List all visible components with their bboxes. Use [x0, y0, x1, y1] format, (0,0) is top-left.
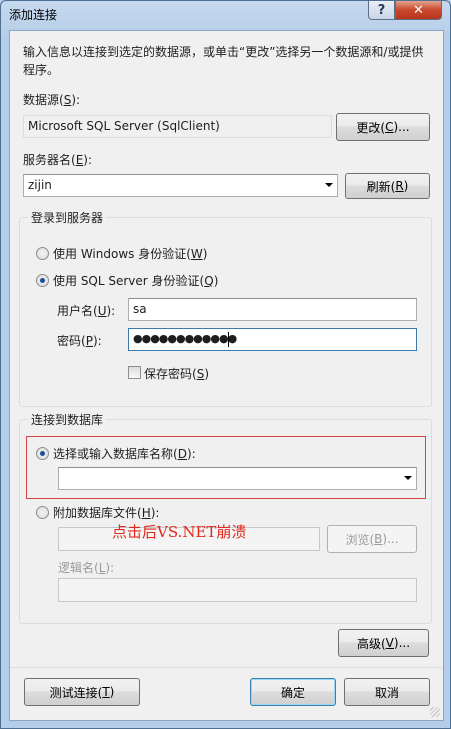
attach-file-radio[interactable]: [36, 506, 49, 519]
dialog-body: 输入信息以连接到选定的数据源，或单击“更改”选择另一个数据源和/或提供程序。 数…: [9, 30, 444, 721]
refresh-button[interactable]: 刷新(R): [345, 173, 430, 199]
annotation-text: 点击后VS.NET崩溃: [112, 523, 247, 541]
username-label: 用户名(U):: [57, 304, 116, 318]
test-connection-button[interactable]: 测试连接(T): [24, 678, 140, 706]
server-label: 服务器名(E):: [23, 153, 93, 167]
attach-file-label[interactable]: 附加数据库文件(H):: [53, 504, 159, 521]
change-datasource-button[interactable]: 更改(C)...: [336, 113, 430, 141]
server-combo[interactable]: zijin: [23, 174, 338, 197]
title-bar[interactable]: 添加连接 ? ✕: [1, 1, 450, 27]
logical-name-label: 逻辑名(L):: [58, 561, 115, 575]
sql-auth-radio[interactable]: [36, 274, 49, 287]
select-database-radio[interactable]: [36, 447, 49, 460]
close-icon: ✕: [413, 2, 424, 18]
database-name-combo[interactable]: [58, 467, 417, 490]
ok-button[interactable]: 确定: [250, 678, 336, 706]
database-group-title: 连接到数据库: [28, 411, 107, 428]
add-connection-dialog: 添加连接 ? ✕ 输入信息以连接到选定的数据源，或单击“更改”选择另一个数据源和…: [0, 0, 451, 729]
windows-auth-label[interactable]: 使用 Windows 身份验证(W): [53, 245, 207, 262]
save-password-checkbox[interactable]: [128, 366, 141, 379]
datasource-field: Microsoft SQL Server (SqlClient): [23, 115, 332, 138]
username-input[interactable]: sa: [128, 298, 417, 321]
window-title: 添加连接: [9, 8, 58, 22]
help-icon: ?: [377, 2, 386, 18]
cancel-button[interactable]: 取消: [344, 678, 430, 706]
password-dots: ●●●●●●●●●●●●: [133, 332, 237, 345]
text-caret: [228, 332, 229, 347]
chevron-down-icon[interactable]: [404, 476, 412, 480]
datasource-label: 数据源(S):: [23, 93, 81, 107]
logical-name-input[interactable]: [58, 578, 417, 602]
windows-auth-radio[interactable]: [36, 247, 49, 260]
resize-grip-icon[interactable]: [430, 707, 440, 717]
help-button[interactable]: ?: [368, 1, 395, 20]
sql-auth-label[interactable]: 使用 SQL Server 身份验证(Q): [53, 272, 218, 289]
advanced-button[interactable]: 高级(V)...: [338, 629, 429, 657]
chevron-down-icon[interactable]: [325, 183, 333, 187]
password-input[interactable]: ●●●●●●●●●●●●: [128, 328, 417, 351]
select-database-label[interactable]: 选择或输入数据库名称(D):: [53, 445, 196, 462]
password-label: 密码(P):: [57, 334, 102, 348]
intro-text: 输入信息以连接到选定的数据源，或单击“更改”选择另一个数据源和/或提供程序。: [23, 45, 424, 77]
footer-divider: [10, 667, 443, 668]
server-value: zijin: [28, 178, 52, 192]
browse-button[interactable]: 浏览(B)...: [327, 525, 417, 553]
close-button[interactable]: ✕: [395, 1, 442, 20]
save-password-label[interactable]: 保存密码(S): [144, 365, 209, 382]
login-group-title: 登录到服务器: [28, 209, 107, 226]
